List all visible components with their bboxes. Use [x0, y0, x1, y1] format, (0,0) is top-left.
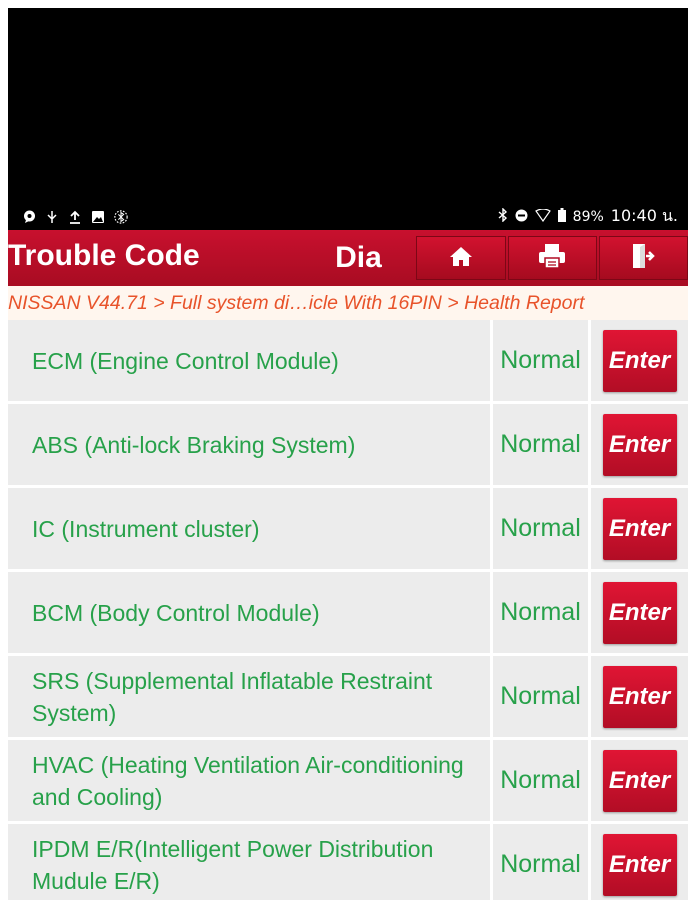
system-list: ECM (Engine Control Module) Normal Enter… [8, 320, 688, 900]
system-name: ECM (Engine Control Module) [8, 320, 493, 401]
system-name: IPDM E/R(Intelligent Power Distribution … [8, 824, 493, 900]
breadcrumb: NISSAN V44.71 > Full system di…icle With… [8, 286, 688, 320]
image-icon [91, 210, 105, 224]
table-row: SRS (Supplemental Inflatable Restraint S… [8, 656, 688, 740]
enter-button[interactable]: Enter [602, 329, 677, 392]
status-left-icons [22, 209, 128, 224]
enter-button[interactable]: Enter [602, 665, 677, 728]
table-row: IPDM E/R(Intelligent Power Distribution … [8, 824, 688, 900]
system-status: Normal [493, 320, 591, 401]
enter-button[interactable]: Enter [602, 833, 677, 896]
battery-percent: 89% [572, 208, 604, 225]
wifi-icon [534, 207, 551, 226]
system-status: Normal [493, 824, 591, 900]
system-status: Normal [493, 404, 591, 485]
enter-button[interactable]: Enter [602, 413, 677, 476]
status-bar: 89% 10:40 น. [8, 203, 688, 230]
status-right-icons: 89% 10:40 น. [498, 204, 678, 229]
exit-button[interactable] [598, 236, 688, 280]
table-row: BCM (Body Control Module) Normal Enter [8, 572, 688, 656]
table-row: ECM (Engine Control Module) Normal Enter [8, 320, 688, 404]
bluetooth-off-icon [114, 209, 128, 224]
usb-icon [45, 210, 59, 224]
system-name: SRS (Supplemental Inflatable Restraint S… [8, 656, 493, 737]
enter-button[interactable]: Enter [602, 497, 677, 560]
upload-icon [68, 210, 82, 224]
system-name: ABS (Anti-lock Braking System) [8, 404, 493, 485]
print-icon [538, 243, 566, 274]
black-header-area [8, 8, 688, 203]
system-status: Normal [493, 740, 591, 821]
system-name: IC (Instrument cluster) [8, 488, 493, 569]
enter-button[interactable]: Enter [602, 581, 677, 644]
do-not-disturb-icon [515, 208, 528, 226]
breadcrumb-text: NISSAN V44.71 > Full system di…icle With… [8, 291, 585, 314]
print-button[interactable] [507, 236, 597, 280]
table-row: ABS (Anti-lock Braking System) Normal En… [8, 404, 688, 488]
home-button[interactable] [416, 236, 506, 280]
page-title: Trouble Code [8, 238, 200, 272]
clock: 10:40 น. [610, 206, 678, 225]
home-icon [449, 245, 473, 272]
exit-icon [631, 243, 656, 274]
page-title-fragment: Dia [335, 241, 382, 274]
system-name: BCM (Body Control Module) [8, 572, 493, 653]
chat-bubble-icon [22, 210, 36, 224]
bluetooth-icon [498, 206, 508, 226]
system-status: Normal [493, 656, 591, 737]
system-name: HVAC (Heating Ventilation Air-conditioni… [8, 740, 493, 821]
system-status: Normal [493, 572, 591, 653]
battery-icon [557, 207, 566, 226]
table-row: HVAC (Heating Ventilation Air-conditioni… [8, 740, 688, 824]
table-row: IC (Instrument cluster) Normal Enter [8, 488, 688, 572]
system-status: Normal [493, 488, 591, 569]
enter-button[interactable]: Enter [602, 749, 677, 812]
title-bar: Trouble Code Dia [8, 230, 688, 286]
